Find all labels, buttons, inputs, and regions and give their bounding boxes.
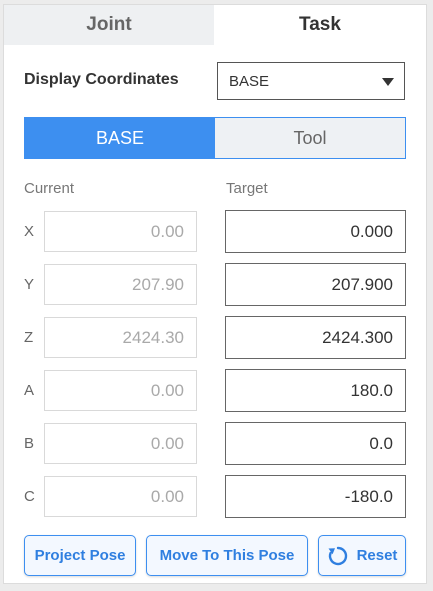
frame-toggle: BASE Tool xyxy=(24,117,406,159)
caret-down-icon xyxy=(382,78,394,86)
current-y-field: 207.90 xyxy=(44,264,197,305)
tab-joint[interactable]: Joint xyxy=(4,5,214,45)
target-c-input[interactable]: -180.0 xyxy=(225,475,406,518)
axis-label-a: A xyxy=(24,382,35,399)
target-a-input[interactable]: 180.0 xyxy=(225,369,406,412)
axis-label-c: C xyxy=(24,488,35,505)
axis-label-y: Y xyxy=(24,276,35,293)
task-panel: Joint Task Display Coordinates BASE BASE… xyxy=(3,4,427,584)
move-to-pose-label: Move To This Pose xyxy=(159,547,295,564)
display-coordinates-select[interactable]: BASE xyxy=(217,62,405,100)
target-header: Target xyxy=(226,180,268,197)
frame-tool-button[interactable]: Tool xyxy=(215,118,405,158)
reset-label: Reset xyxy=(356,547,398,564)
axis-label-x: X xyxy=(24,223,35,240)
axis-label-b: B xyxy=(24,435,35,452)
refresh-icon xyxy=(327,545,349,567)
current-b-field: 0.00 xyxy=(44,423,197,464)
project-pose-label: Project Pose xyxy=(34,547,126,564)
display-coordinates-value: BASE xyxy=(229,73,270,90)
current-x-field: 0.00 xyxy=(44,211,197,252)
display-coordinates-label: Display Coordinates xyxy=(24,71,179,88)
current-header: Current xyxy=(24,180,75,197)
target-y-input[interactable]: 207.900 xyxy=(225,263,406,306)
move-to-pose-button[interactable]: Move To This Pose xyxy=(146,535,308,576)
reset-button[interactable]: Reset xyxy=(318,535,406,576)
target-b-input[interactable]: 0.0 xyxy=(225,422,406,465)
frame-base-button[interactable]: BASE xyxy=(25,118,215,158)
target-x-input[interactable]: 0.000 xyxy=(225,210,406,253)
current-c-field: 0.00 xyxy=(44,476,197,517)
tab-task[interactable]: Task xyxy=(214,5,426,45)
current-a-field: 0.00 xyxy=(44,370,197,411)
tab-bar: Joint Task xyxy=(4,5,426,45)
axis-label-z: Z xyxy=(24,329,34,346)
current-z-field: 2424.30 xyxy=(44,317,197,358)
target-z-input[interactable]: 2424.300 xyxy=(225,316,406,359)
project-pose-button[interactable]: Project Pose xyxy=(24,535,136,576)
